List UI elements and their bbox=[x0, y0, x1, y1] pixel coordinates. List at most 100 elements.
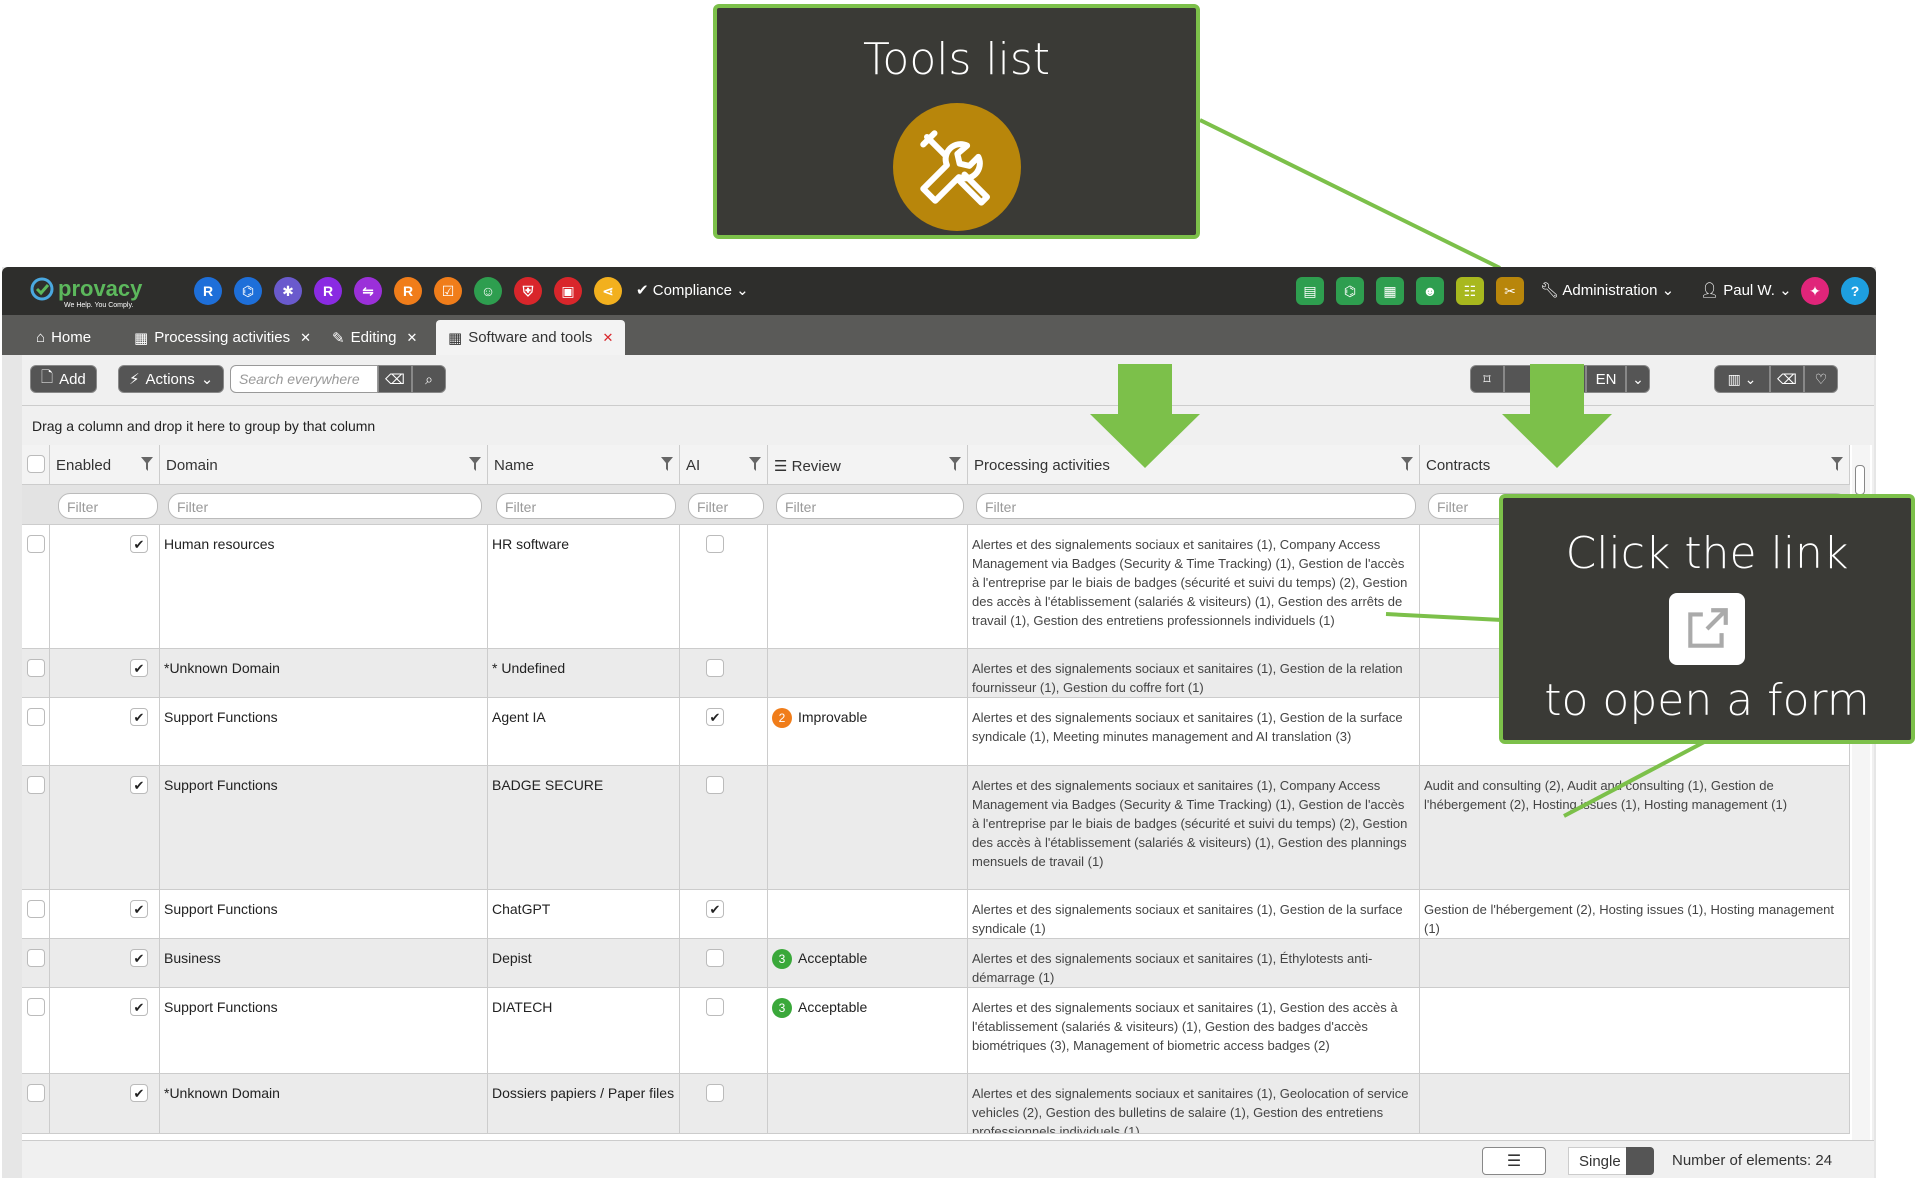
actions-label: Actions bbox=[145, 370, 195, 388]
enabled-checkbox[interactable]: ✔ bbox=[130, 776, 148, 794]
table-row[interactable]: ✔ Support Functions ChatGPT ✔ Alertes et des… bbox=[22, 890, 1850, 939]
enabled-checkbox[interactable]: ✔ bbox=[130, 535, 148, 553]
ai-checkbox[interactable] bbox=[706, 776, 724, 794]
filter-domain-input[interactable]: Filter bbox=[168, 493, 482, 519]
table-row[interactable]: ✔ *Unknown Domain Dossiers papiers / Paper… bbox=[22, 1074, 1850, 1134]
notification-icon[interactable]: ✦ bbox=[1801, 277, 1829, 305]
column-header-ai[interactable]: AI bbox=[680, 445, 768, 485]
tools-menu-icon[interactable]: ✂ bbox=[1496, 277, 1524, 305]
people-icon[interactable]: ☷ bbox=[1456, 277, 1484, 305]
ai-checkbox[interactable]: ✔ bbox=[706, 900, 724, 918]
column-header-review[interactable]: ☰ Review bbox=[768, 445, 968, 485]
filter-enabled-input[interactable]: Filter bbox=[58, 493, 158, 519]
shield-icon[interactable]: ⛨ bbox=[514, 277, 542, 305]
scrollbar-thumb[interactable] bbox=[1855, 465, 1865, 495]
eraser-icon[interactable]: ⌫ bbox=[1770, 365, 1804, 393]
row-select-cell bbox=[22, 766, 50, 889]
filter-review-input[interactable]: Filter bbox=[776, 493, 964, 519]
row-checkbox[interactable] bbox=[27, 776, 45, 794]
filter-funnel-icon[interactable] bbox=[141, 457, 153, 471]
chevron-down-icon[interactable]: ⌄ bbox=[1626, 365, 1650, 393]
row-select-cell bbox=[22, 649, 50, 697]
row-checkbox[interactable] bbox=[27, 535, 45, 553]
eraser-icon[interactable]: ⌫ bbox=[378, 365, 412, 393]
filter-funnel-icon[interactable] bbox=[749, 457, 761, 471]
grid-icon: ▦ bbox=[134, 329, 149, 347]
close-icon[interactable]: ✕ bbox=[602, 330, 613, 346]
share-icon[interactable]: ⋖ bbox=[594, 277, 622, 305]
user-icon: 👤︎ bbox=[1700, 282, 1720, 299]
filter-funnel-icon[interactable] bbox=[469, 457, 481, 471]
row-checkbox[interactable] bbox=[27, 659, 45, 677]
filter-ai-input[interactable]: Filter bbox=[688, 493, 764, 519]
row-checkbox[interactable] bbox=[27, 949, 45, 967]
register-menu-button[interactable]: R bbox=[194, 277, 222, 305]
layout-columns-icon[interactable]: ▥ ⌄ bbox=[1714, 365, 1770, 393]
actions-button[interactable]: ⚡︎ Actions ⌄ bbox=[118, 365, 225, 393]
tag-icon[interactable]: ⌑ bbox=[1470, 365, 1504, 393]
enabled-checkbox[interactable]: ✔ bbox=[130, 659, 148, 677]
filter-funnel-icon[interactable] bbox=[661, 457, 673, 471]
column-header-enabled[interactable]: Enabled bbox=[50, 445, 160, 485]
heart-icon[interactable]: ♡ bbox=[1804, 365, 1838, 393]
requests-menu-button[interactable]: R bbox=[314, 277, 342, 305]
ai-checkbox[interactable] bbox=[706, 659, 724, 677]
ai-chip-icon[interactable]: ▣ bbox=[554, 277, 582, 305]
domain-cell: Support Functions bbox=[160, 698, 488, 765]
filter-funnel-icon[interactable] bbox=[1401, 457, 1413, 471]
checklist-icon[interactable]: ☑ bbox=[434, 277, 462, 305]
single-select-mode[interactable]: Single bbox=[1568, 1147, 1632, 1175]
org-chart-icon[interactable]: ⌬ bbox=[234, 277, 262, 305]
review-label: Improvable bbox=[798, 709, 868, 725]
add-button[interactable]: 🗋︎ Add bbox=[30, 365, 97, 393]
handshake-icon[interactable]: ⇋ bbox=[354, 277, 382, 305]
filter-processing-input[interactable]: Filter bbox=[976, 493, 1416, 519]
filter-funnel-icon[interactable] bbox=[1831, 457, 1843, 471]
enabled-checkbox[interactable]: ✔ bbox=[130, 900, 148, 918]
user-menu[interactable]: 👤︎ Paul W. ⌄ bbox=[1700, 281, 1792, 299]
tab-software-and-tools[interactable]: ▦ Software and tools ✕ bbox=[436, 320, 626, 355]
search-icon[interactable]: ⌕ bbox=[412, 365, 446, 393]
column-header-domain[interactable]: Domain bbox=[160, 445, 488, 485]
filter-name-input[interactable]: Filter bbox=[496, 493, 676, 519]
row-checkbox[interactable] bbox=[27, 998, 45, 1016]
risk-menu-button[interactable]: R bbox=[394, 277, 422, 305]
column-header-name[interactable]: Name bbox=[488, 445, 680, 485]
tab-processing-activities[interactable]: ▦ Home Processing activities ✕ bbox=[122, 320, 323, 355]
ai-checkbox[interactable] bbox=[706, 1084, 724, 1102]
hierarchy-icon[interactable]: ⌬ bbox=[1336, 277, 1364, 305]
help-icon[interactable]: ? bbox=[1841, 277, 1869, 305]
row-checkbox[interactable] bbox=[27, 900, 45, 918]
ai-checkbox[interactable]: ✔ bbox=[706, 708, 724, 726]
user-badge-icon[interactable]: ☺ bbox=[474, 277, 502, 305]
tab-home[interactable]: ⌂ Home bbox=[24, 320, 103, 355]
ai-checkbox[interactable] bbox=[706, 535, 724, 553]
administration-menu[interactable]: 🔧︎ Administration ⌄ bbox=[1540, 281, 1674, 299]
team-icon[interactable]: ☻ bbox=[1416, 277, 1444, 305]
building-icon[interactable]: ▤ bbox=[1296, 277, 1324, 305]
filter-funnel-icon[interactable] bbox=[949, 457, 961, 471]
row-height-icon[interactable]: ☰ bbox=[1482, 1147, 1546, 1175]
enabled-checkbox[interactable]: ✔ bbox=[130, 949, 148, 967]
select-all-checkbox[interactable] bbox=[27, 455, 45, 473]
enabled-checkbox[interactable]: ✔ bbox=[130, 998, 148, 1016]
row-checkbox[interactable] bbox=[27, 708, 45, 726]
enabled-checkbox[interactable]: ✔ bbox=[130, 708, 148, 726]
close-icon[interactable]: ✕ bbox=[406, 330, 417, 346]
row-checkbox[interactable] bbox=[27, 1084, 45, 1102]
table-row[interactable]: ✔ Support Functions DIATECH 3 Acceptable Aler… bbox=[22, 988, 1850, 1074]
table-row[interactable]: ✔ Business Depist 3 Acceptable Alertes et des… bbox=[22, 939, 1850, 988]
column-header-contracts[interactable]: Contracts bbox=[1420, 445, 1850, 485]
selection-toggle[interactable] bbox=[1626, 1147, 1654, 1175]
enabled-checkbox[interactable]: ✔ bbox=[130, 1084, 148, 1102]
compliance-menu[interactable]: ✔ Compliance ⌄ bbox=[636, 281, 749, 299]
risk-badge-label: R bbox=[402, 283, 414, 299]
office-icon[interactable]: ▦ bbox=[1376, 277, 1404, 305]
tab-editing[interactable]: ✎ Editing ✕ bbox=[320, 320, 429, 355]
ai-checkbox[interactable] bbox=[706, 949, 724, 967]
search-input[interactable]: Search everywhere bbox=[230, 365, 378, 393]
tools-icon bbox=[892, 103, 1021, 231]
close-icon[interactable]: ✕ bbox=[300, 330, 311, 346]
ai-checkbox[interactable] bbox=[706, 998, 724, 1016]
gear-network-icon[interactable]: ✱ bbox=[274, 277, 302, 305]
